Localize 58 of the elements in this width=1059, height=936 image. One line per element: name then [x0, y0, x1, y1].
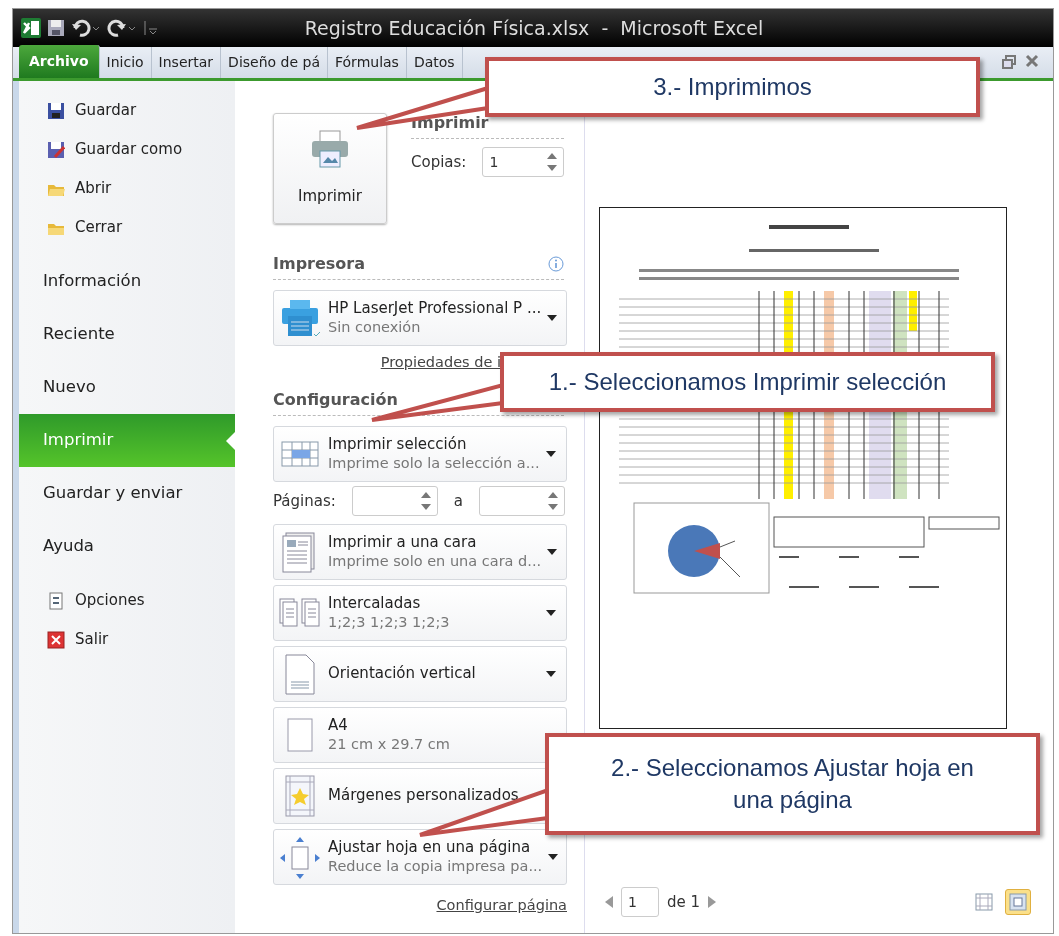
copies-field[interactable]: 1 [482, 147, 564, 177]
setting-dropdown[interactable]: Imprimir selección Imprime solo la selección a... [273, 425, 567, 482]
close-icon[interactable] [1025, 54, 1039, 68]
pages-label: Páginas: [273, 490, 336, 512]
redo-icon[interactable] [107, 19, 137, 37]
sidebar-item[interactable]: Ayuda [19, 520, 235, 573]
page-setup-link[interactable]: Configurar página [436, 896, 567, 913]
pages-to-label: a [453, 490, 464, 512]
save-icon [47, 101, 65, 120]
sidebar-item[interactable]: Guardar como [19, 130, 235, 169]
setting-dropdown[interactable]: Intercaladas 1;2;3 1;2;3 1;2;3 [273, 584, 567, 641]
setting-dropdown[interactable]: Ajustar hoja en una página Reduce la copia impresa pa... [273, 828, 567, 885]
spinner-arrows-icon [548, 490, 559, 511]
info-icon [548, 256, 564, 272]
ribbon-tab[interactable]: Datos [406, 47, 463, 78]
page-number-field[interactable]: 1 [621, 887, 659, 917]
sidebar-item[interactable]: Información [19, 255, 235, 308]
setting-dropdown[interactable]: Imprimir a una cara Imprime solo en una cara d... [273, 523, 567, 580]
ribbon-tab[interactable]: Diseño de pá [221, 47, 328, 78]
printer-properties-link[interactable]: Propiedades de i [380, 354, 501, 370]
sidebar-item[interactable]: Opciones [19, 581, 235, 620]
setting-dropdown[interactable]: A4 21 cm x 29.7 cm [273, 706, 567, 763]
section-heading: Impresora [273, 253, 366, 275]
sidebar-item[interactable]: Guardar [19, 91, 235, 130]
save-as-icon [47, 140, 65, 159]
setting-dropdown[interactable]: Orientación vertical [273, 645, 567, 702]
caret-icon [547, 315, 558, 321]
copies-label: Copias: [411, 151, 467, 173]
sidebar-item[interactable]: Abrir [19, 169, 235, 208]
ribbon-tab[interactable]: Archivo [19, 45, 100, 78]
page-to-field[interactable] [479, 485, 566, 516]
zoom-to-page-button[interactable] [1005, 889, 1031, 915]
page-from-field[interactable] [351, 485, 438, 516]
spinner-arrows-icon [547, 152, 557, 172]
ribbon-tab[interactable]: Insertar [151, 47, 222, 78]
ribbon-tab[interactable]: Inicio [99, 47, 152, 78]
undo-icon[interactable] [71, 19, 101, 37]
previous-page-icon [605, 896, 613, 908]
callout-box: 2.- Seleccionamos Ajustar hoja en una página [545, 733, 1040, 835]
sidebar-item[interactable]: Reciente [19, 308, 235, 361]
sidebar-item[interactable]: Guardar y enviar [19, 467, 235, 520]
save-icon[interactable] [47, 19, 65, 37]
page-count: de 1 [667, 891, 701, 913]
ribbon-tab[interactable]: Fórmulas [328, 47, 407, 78]
customize-icon[interactable] [143, 19, 159, 37]
window-title: Registro Educación Física.xlsx - Microsoft Excel [303, 15, 765, 41]
print-button[interactable]: Imprimir [273, 113, 387, 224]
printer-dropdown[interactable]: HP LaserJet Professional P ... Sin conexión [273, 290, 567, 346]
sidebar-item[interactable]: Cerrar [19, 208, 235, 247]
next-page-icon [708, 896, 717, 908]
spinner-arrows-icon [420, 490, 431, 511]
printer-icon [310, 129, 350, 170]
sidebar-item[interactable]: Salir [19, 620, 235, 659]
options-icon [47, 591, 65, 610]
sidebar-item[interactable]: Nuevo [19, 361, 235, 414]
excel-icon[interactable] [21, 18, 41, 38]
restore-icon[interactable] [1001, 54, 1017, 70]
exit-icon [47, 630, 65, 649]
